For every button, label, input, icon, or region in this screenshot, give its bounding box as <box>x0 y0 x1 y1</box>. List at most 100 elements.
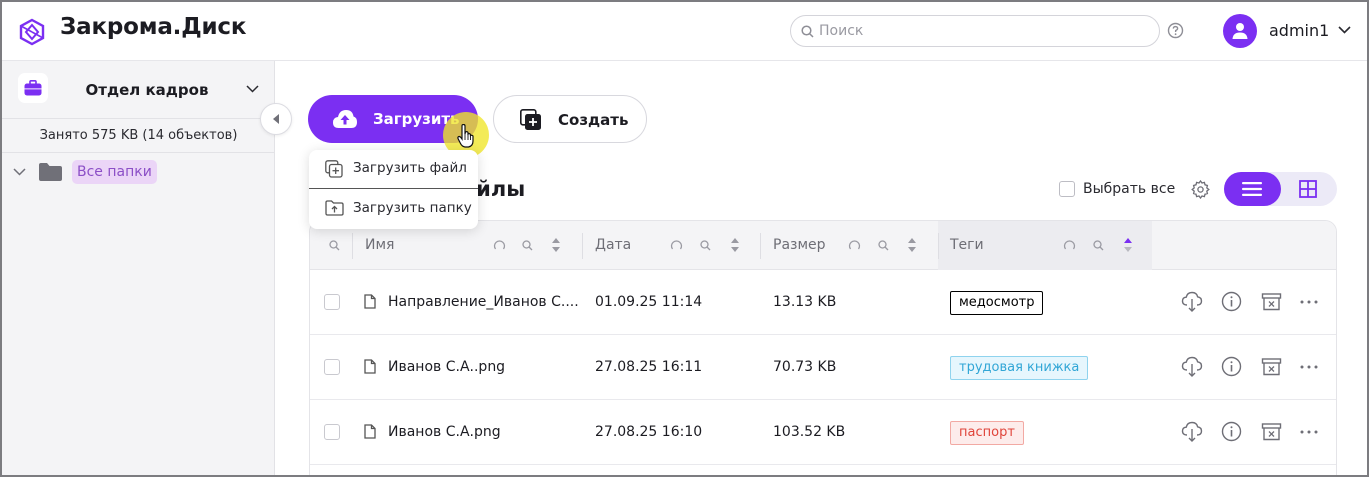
upload-dropdown-menu: Загрузить файл Загрузить папку <box>309 150 478 229</box>
cloud-download-icon[interactable] <box>1181 356 1203 378</box>
collapse-sidebar-button[interactable] <box>260 103 292 135</box>
menu-item-upload-folder[interactable]: Загрузить папку <box>309 190 478 228</box>
archive-icon[interactable] <box>1261 356 1282 377</box>
column-size[interactable]: Размер <box>773 221 933 270</box>
grid-view-icon[interactable] <box>1299 180 1317 198</box>
more-icon[interactable] <box>1300 365 1318 369</box>
file-icon <box>364 294 376 309</box>
menu-item-label: Загрузить файл <box>353 160 467 176</box>
chevron-down-icon[interactable] <box>1338 26 1351 34</box>
reset-icon[interactable] <box>670 239 683 252</box>
search-icon[interactable] <box>329 240 340 251</box>
row-checkbox[interactable] <box>324 424 340 440</box>
select-all-label[interactable]: Выбрать все <box>1083 181 1175 197</box>
file-size: 70.73 KB <box>773 359 837 375</box>
tag-badge[interactable]: паспорт <box>950 421 1024 445</box>
column-separator <box>760 233 761 259</box>
add-square-icon <box>520 109 541 130</box>
sort-icon[interactable] <box>908 238 916 252</box>
column-separator <box>582 233 583 259</box>
avatar[interactable] <box>1223 14 1257 48</box>
logo-icon[interactable] <box>18 18 46 46</box>
view-toggle <box>1224 172 1337 206</box>
search-icon <box>801 25 814 38</box>
create-button[interactable]: Создать <box>493 95 647 143</box>
search-icon[interactable] <box>522 240 533 251</box>
divider <box>309 188 478 189</box>
user-icon <box>1232 23 1248 39</box>
reset-icon[interactable] <box>848 239 861 252</box>
sort-icon[interactable] <box>1124 238 1132 252</box>
reset-icon[interactable] <box>1063 239 1076 252</box>
file-plus-icon <box>325 160 343 178</box>
column-date[interactable]: Дата <box>595 221 760 270</box>
department-icon <box>18 73 48 103</box>
search-box[interactable] <box>790 15 1160 47</box>
sort-icon[interactable] <box>731 238 739 252</box>
help-icon[interactable] <box>1167 22 1184 39</box>
chevron-down-icon[interactable] <box>13 168 26 176</box>
column-separator <box>938 233 939 259</box>
files-table: Имя Дата Размер Теги Направление_Иванов … <box>309 220 1337 475</box>
column-separator <box>352 233 353 259</box>
table-row[interactable]: Направление_Иванов С.... 01.09.25 11:14 … <box>310 270 1336 335</box>
archive-icon[interactable] <box>1261 421 1282 442</box>
archive-icon[interactable] <box>1261 291 1282 312</box>
user-name[interactable]: admin1 <box>1269 21 1329 40</box>
tree-item-all-folders[interactable]: Все папки <box>72 160 157 184</box>
app-title: Закрома.Диск <box>60 14 247 40</box>
table-row[interactable]: Иванов С.А..png 27.08.25 16:11 70.73 KB … <box>310 335 1336 400</box>
sort-icon[interactable] <box>552 238 560 252</box>
row-checkbox[interactable] <box>324 294 340 310</box>
file-date: 27.08.25 16:11 <box>595 359 703 375</box>
tag-badge[interactable]: медосмотр <box>950 291 1044 315</box>
file-name[interactable]: Иванов С.А.png <box>388 424 501 440</box>
column-label: Теги <box>950 237 984 253</box>
department-name[interactable]: Отдел кадров <box>72 81 222 99</box>
file-date: 27.08.25 16:10 <box>595 424 703 440</box>
search-icon[interactable] <box>700 240 711 251</box>
cloud-download-icon[interactable] <box>1181 421 1203 443</box>
column-label: Размер <box>773 237 826 253</box>
column-label: Дата <box>595 237 632 253</box>
file-size: 13.13 KB <box>773 294 837 310</box>
file-icon <box>364 359 376 374</box>
sidebar: Отдел кадров Занято 575 KB (14 объектов)… <box>2 61 275 475</box>
search-input[interactable] <box>819 21 1149 41</box>
list-view-button[interactable] <box>1224 172 1281 206</box>
menu-item-upload-file[interactable]: Загрузить файл <box>309 150 478 188</box>
folder-upload-icon <box>325 200 344 216</box>
info-icon[interactable] <box>1221 356 1242 377</box>
file-icon <box>364 424 376 439</box>
menu-item-label: Загрузить папку <box>353 200 472 216</box>
info-icon[interactable] <box>1221 421 1242 442</box>
file-size: 103.52 KB <box>773 424 846 440</box>
cloud-download-icon[interactable] <box>1181 291 1203 313</box>
divider <box>2 152 275 153</box>
search-icon[interactable] <box>1093 240 1104 251</box>
hand-cursor-icon <box>457 124 474 148</box>
tag-badge[interactable]: трудовая книжка <box>950 356 1089 380</box>
file-date: 01.09.25 11:14 <box>595 294 703 310</box>
table-row[interactable]: Иванов С.А.png 27.08.25 16:10 103.52 KB … <box>310 400 1336 465</box>
search-icon[interactable] <box>878 240 889 251</box>
column-label: Имя <box>365 237 395 253</box>
select-all-checkbox[interactable] <box>1059 181 1075 197</box>
folder-icon <box>39 163 62 181</box>
chevron-down-icon[interactable] <box>246 85 259 93</box>
more-icon[interactable] <box>1300 430 1318 434</box>
app-window: Закрома.Диск admin1 <box>0 0 1369 477</box>
file-name[interactable]: Иванов С.А..png <box>388 359 505 375</box>
row-checkbox[interactable] <box>324 359 340 375</box>
gear-icon[interactable] <box>1191 180 1210 199</box>
info-icon[interactable] <box>1221 291 1242 312</box>
top-header: Закрома.Диск admin1 <box>2 2 1367 61</box>
create-button-label: Создать <box>558 111 629 129</box>
list-view-icon <box>1242 182 1262 196</box>
storage-usage: Занято 575 KB (14 объектов) <box>39 128 238 143</box>
more-icon[interactable] <box>1300 300 1318 304</box>
reset-icon[interactable] <box>493 239 506 252</box>
column-tags[interactable]: Теги <box>950 221 1150 270</box>
chevron-left-icon <box>273 114 279 124</box>
file-name[interactable]: Направление_Иванов С.... <box>388 294 579 310</box>
